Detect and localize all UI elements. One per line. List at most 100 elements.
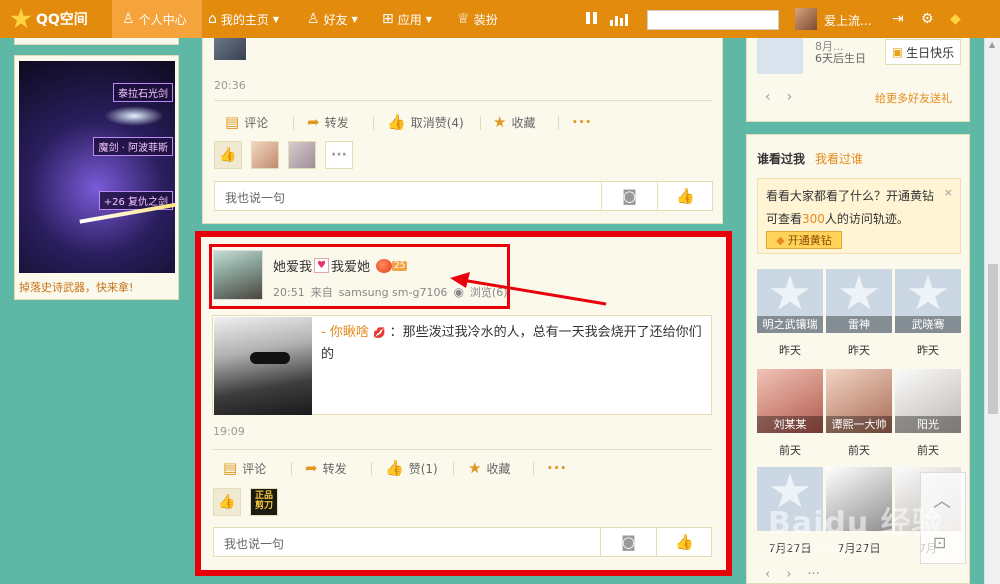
thumb-up-icon[interactable]: 👍	[214, 141, 242, 169]
music-pause-icon[interactable]	[586, 12, 600, 26]
post-original-time: 19:09	[213, 425, 245, 438]
nav-label: 个人中心	[138, 12, 187, 27]
star-icon: ★	[468, 459, 482, 477]
feed-image-thumb[interactable]	[214, 38, 246, 60]
favorite-button[interactable]: ★ 收藏	[468, 459, 510, 477]
visitor-avatar[interactable]: 阳光	[895, 369, 961, 433]
send-more-gifts-link[interactable]: 给更多好友送礼	[875, 90, 952, 106]
comment-input[interactable]: 我也说一句 ◙ 👍	[213, 527, 712, 557]
divider	[212, 449, 712, 450]
gift-icon: ▣	[891, 45, 904, 59]
glow-effect	[104, 106, 164, 126]
post-action-bar: ▤ 评论 ➦ 转发 👍 赞(1) ★ 收藏 ···	[223, 459, 703, 479]
default-avatar-icon	[770, 275, 810, 310]
nav-decorate[interactable]: ♕ 装扮	[457, 0, 498, 38]
scrollbar-thumb[interactable]	[988, 264, 998, 414]
visitor-name: 谭熙一大帅	[826, 416, 892, 433]
forward-button[interactable]: ➦ 转发	[307, 113, 349, 131]
music-bars-icon[interactable]	[610, 12, 632, 26]
avatar[interactable]	[757, 38, 803, 74]
nav-friends[interactable]: ♙ 好友 ▼	[307, 0, 358, 38]
thumb-up-icon[interactable]: 👍	[213, 488, 241, 516]
more-button[interactable]: ···	[572, 113, 592, 131]
user-name[interactable]: 爱上流...	[824, 12, 871, 29]
action-label: 取消赞(4)	[410, 115, 464, 130]
tshirt-icon: ♕	[457, 11, 470, 27]
more-likers-button[interactable]: ···	[325, 141, 353, 169]
game-ad-image[interactable]: 泰拉石光剑 魔剑 · 阿波菲斯 +26 复仇之剑	[19, 61, 175, 273]
nav-apps[interactable]: ⊞ 应用 ▼	[382, 0, 432, 38]
visitor-item[interactable]: 谭熙一大帅 前天	[826, 369, 892, 458]
chevron-down-icon: ▼	[272, 14, 280, 24]
forward-button[interactable]: ➦ 转发	[305, 459, 347, 477]
visitor-item[interactable]: 雷神 昨天	[826, 269, 892, 358]
open-vip-button[interactable]: ◆ 开通黄钻	[766, 231, 842, 249]
search-input[interactable]	[647, 10, 779, 30]
feed-item-previous: 20:36 ▤ 评论 ➦ 转发 👍 取消赞(4) ★ 收藏 ··· 👍 ···	[202, 38, 723, 224]
birthday-days: 6天后生日	[815, 52, 866, 65]
comment-button[interactable]: ▤ 评论	[225, 113, 268, 131]
nav-personal-center[interactable]: ♙ 个人中心	[112, 0, 202, 38]
game-ad-card[interactable]: 泰拉石光剑 魔剑 · 阿波菲斯 +26 复仇之剑 掉落史诗武器，快来拿!	[14, 55, 179, 300]
qzone-logo[interactable]: QQ空间	[10, 6, 88, 32]
chevron-down-icon: ▼	[425, 14, 432, 24]
sunglasses-graphic	[250, 352, 290, 364]
liker-avatar[interactable]	[288, 141, 316, 169]
shared-nickname[interactable]: - 你瞅啥	[321, 325, 369, 340]
tab-i-saw[interactable]: 我看过谁	[815, 150, 863, 167]
visitor-item[interactable]: 武晓骞 昨天	[895, 269, 961, 358]
chevron-left-icon[interactable]: ‹	[765, 567, 770, 582]
comment-button[interactable]: ▤ 评论	[223, 459, 266, 477]
diamond-icon[interactable]: ◆	[950, 11, 961, 27]
camera-icon[interactable]: ◙	[600, 528, 656, 556]
visitor-item[interactable]: 明之武镶瑞 昨天	[757, 269, 823, 358]
like-button[interactable]: 👍 赞(1)	[385, 459, 438, 477]
action-label: 评论	[244, 115, 269, 130]
comment-input[interactable]: 我也说一句 ◙ 👍	[214, 181, 713, 211]
divider	[291, 462, 292, 476]
emoji-icon[interactable]: 👍	[656, 528, 712, 556]
favorite-button[interactable]: ★ 收藏	[493, 113, 535, 131]
shared-content-card[interactable]: - 你瞅啥 💋 ：那些泼过我冷水的人，总有一天我会烧开了还给你们的	[212, 315, 712, 415]
forward-icon: ➦	[307, 113, 320, 131]
chevron-left-icon[interactable]: ‹	[765, 89, 771, 105]
left-card-top	[14, 38, 179, 45]
apps-icon: ⊞	[382, 11, 394, 27]
more-button[interactable]: ···	[547, 459, 567, 477]
scroll-up-icon[interactable]: ▲	[989, 40, 995, 49]
feed-time: 20:36	[214, 79, 246, 92]
visitor-avatar[interactable]: 明之武镶瑞	[757, 269, 823, 333]
chevron-right-icon[interactable]: ›	[786, 567, 791, 582]
visitor-avatar[interactable]: 刘某某	[757, 369, 823, 433]
unlike-button[interactable]: 👍 取消赞(4)	[387, 113, 464, 131]
camera-icon[interactable]: ◙	[601, 182, 657, 210]
chevron-right-icon[interactable]: ›	[787, 89, 793, 105]
emoji-icon[interactable]: 👍	[657, 182, 713, 210]
visit-time: 前天	[848, 444, 870, 457]
tab-who-saw-me[interactable]: 谁看过我	[757, 150, 805, 167]
visitor-avatar[interactable]: 雷神	[826, 269, 892, 333]
watermark-brand: Baidu 经验	[768, 506, 943, 541]
liker-avatar[interactable]	[251, 141, 279, 169]
divider	[371, 462, 372, 476]
text: 人的访问轨迹。	[824, 212, 909, 226]
visitor-avatar[interactable]: 谭熙一大帅	[826, 369, 892, 433]
visitor-name: 刘某某	[757, 416, 823, 433]
game-label: 泰拉石光剑	[113, 83, 173, 102]
birthday-wish-button[interactable]: ▣ 生日快乐	[885, 39, 961, 65]
page-scrollbar[interactable]: ▲	[984, 38, 1000, 584]
gear-icon[interactable]: ⚙	[921, 11, 934, 27]
more-icon[interactable]: ···	[807, 567, 819, 582]
default-avatar-icon	[908, 275, 948, 310]
close-icon[interactable]: ×	[944, 186, 953, 199]
avatar[interactable]	[795, 8, 817, 30]
shared-image[interactable]	[214, 317, 312, 415]
thumb-up-icon: 👍	[387, 113, 406, 131]
nav-my-homepage[interactable]: ⌂ 我的主页 ▼	[208, 0, 279, 38]
visitor-item[interactable]: 刘某某 前天	[757, 369, 823, 458]
visitor-avatar[interactable]: 武晓骞	[895, 269, 961, 333]
visitor-item[interactable]: 阳光 前天	[895, 369, 961, 458]
game-promo-link[interactable]: 掉落史诗武器，快来拿!	[19, 279, 133, 295]
logout-icon[interactable]: ⇥	[892, 11, 904, 27]
liker-avatar[interactable]: 正品 剪刀	[250, 488, 278, 516]
